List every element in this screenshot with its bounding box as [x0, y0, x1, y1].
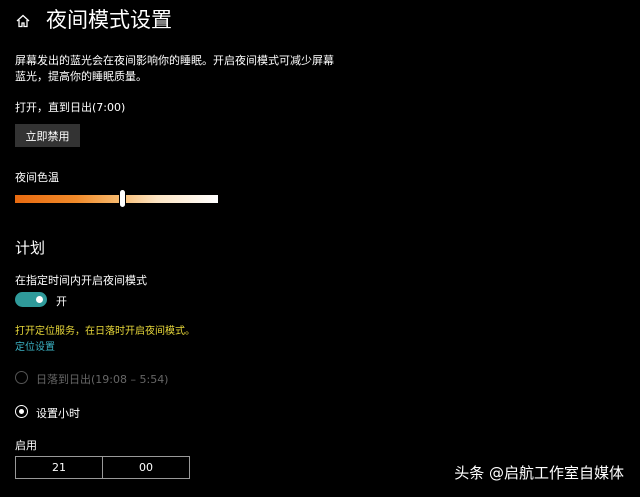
location-settings-link[interactable]: 定位设置 [15, 338, 55, 353]
radio-sunset-to-sunrise-label: 日落到日出(19:08 – 5:54) [36, 371, 168, 387]
night-light-settings-page: 夜间模式设置 屏幕发出的蓝光会在夜间影响你的睡眠。开启夜间模式可减少屏幕 蓝光，… [0, 0, 640, 497]
toggle-state-label: 开 [56, 295, 67, 308]
color-temp-label: 夜间色温 [15, 171, 59, 184]
disable-now-button[interactable]: 立即禁用 [15, 124, 80, 147]
radio-set-hours-label: 设置小时 [36, 407, 80, 420]
description-line-2: 蓝光，提高你的睡眠质量。 [15, 70, 147, 83]
enable-label: 启用 [15, 439, 37, 452]
minute-field[interactable]: 00 [102, 457, 189, 478]
schedule-toggle[interactable] [15, 292, 47, 307]
hour-field[interactable]: 21 [16, 457, 102, 478]
time-picker[interactable]: 21 00 [15, 456, 190, 479]
radio-set-hours[interactable] [15, 405, 28, 418]
toggle-knob [36, 296, 43, 303]
schedule-toggle-heading: 在指定时间内开启夜间模式 [15, 274, 147, 287]
radio-sunset-to-sunrise[interactable] [15, 371, 28, 384]
status-text: 打开，直到日出(7:00) [15, 101, 126, 114]
description-line-1: 屏幕发出的蓝光会在夜间影响你的睡眠。开启夜间模式可减少屏幕 [15, 54, 334, 67]
schedule-title: 计划 [15, 239, 46, 257]
color-temp-slider-thumb[interactable] [119, 189, 127, 208]
location-warning: 打开定位服务，在日落时开启夜间模式。 [15, 326, 195, 337]
header: 夜间模式设置 [16, 6, 172, 34]
radio-dot [19, 409, 24, 414]
color-temp-slider-track[interactable] [15, 195, 218, 203]
description: 屏幕发出的蓝光会在夜间影响你的睡眠。开启夜间模式可减少屏幕 蓝光，提高你的睡眠质… [15, 53, 345, 85]
home-icon[interactable] [16, 13, 30, 28]
sunset-detail: (19:08 – 5:54) [91, 373, 169, 386]
sunset-label: 日落到日出 [36, 373, 91, 386]
page-title: 夜间模式设置 [46, 8, 172, 32]
watermark: 头条 @启航工作室自媒体 [454, 464, 624, 482]
